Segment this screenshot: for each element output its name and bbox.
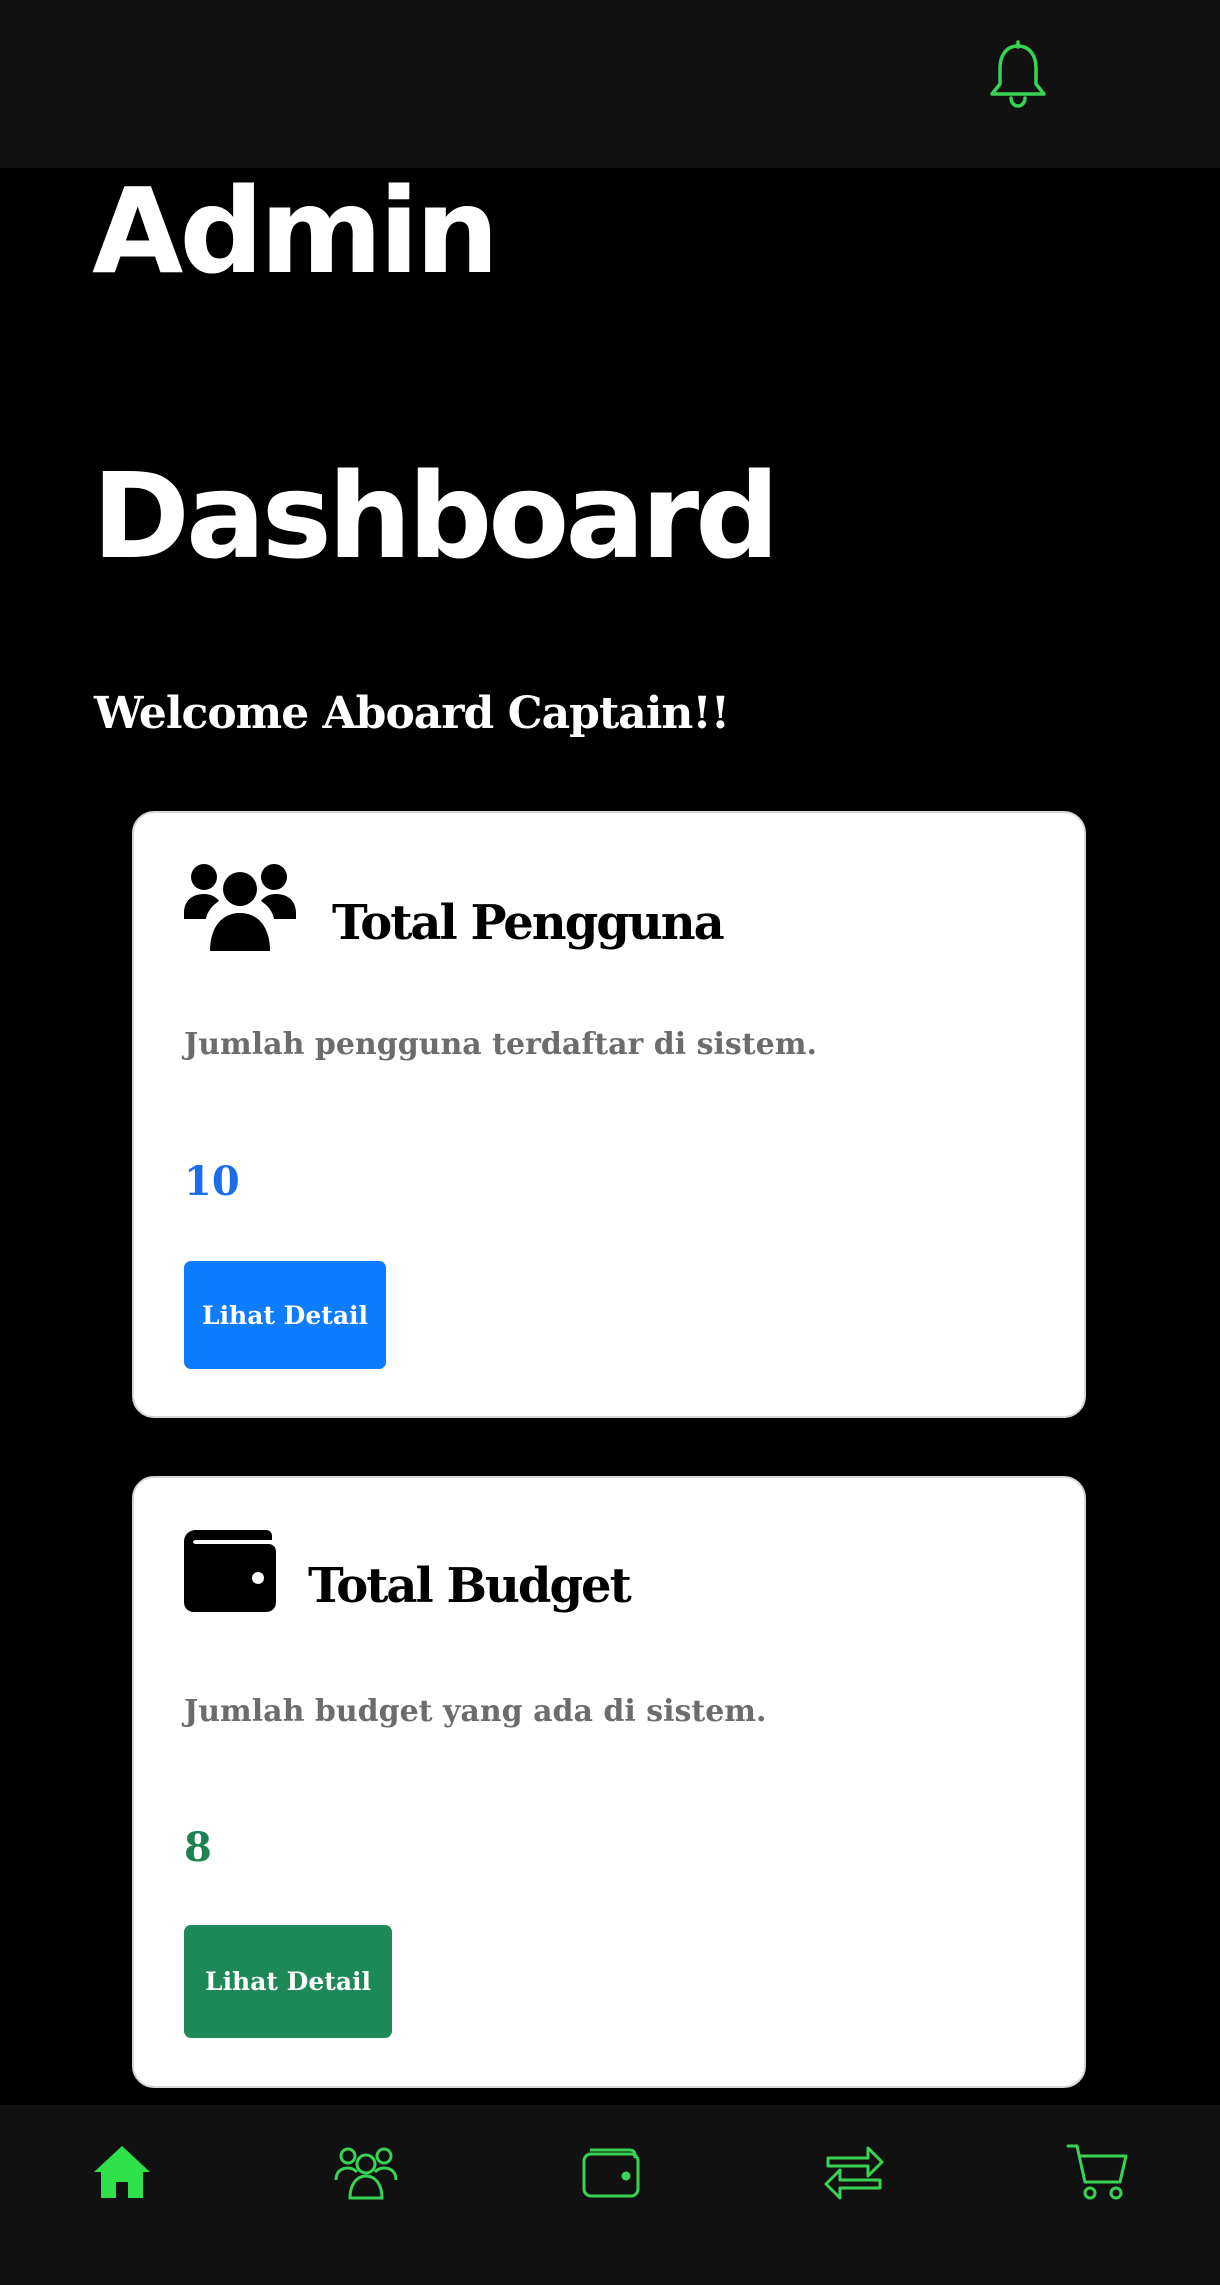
- users-count: 10: [184, 1158, 240, 1205]
- nav-home[interactable]: [88, 2140, 156, 2208]
- budget-detail-button[interactable]: Lihat Detail: [184, 1925, 392, 2038]
- cart-icon: [1066, 2140, 1130, 2208]
- nav-wallet[interactable]: [576, 2140, 644, 2208]
- card-title: Total Pengguna: [332, 895, 725, 951]
- top-bar: [0, 0, 1220, 168]
- users-detail-button[interactable]: Lihat Detail: [184, 1261, 386, 1369]
- total-budget-card: Total Budget Jumlah budget yang ada di s…: [132, 1476, 1086, 2088]
- welcome-message: Welcome Aboard Captain!!: [94, 688, 730, 739]
- card-title: Total Budget: [308, 1558, 632, 1614]
- nav-transfers[interactable]: [820, 2140, 888, 2208]
- page-title-line-2: Dashboard: [92, 447, 780, 585]
- users-icon: [334, 2140, 398, 2208]
- total-users-card: Total Pengguna Jumlah pengguna terdaftar…: [132, 811, 1086, 1418]
- budget-count: 8: [184, 1824, 212, 1871]
- card-description: Jumlah budget yang ada di sistem.: [184, 1694, 767, 1729]
- nav-cart[interactable]: [1064, 2140, 1132, 2208]
- bell-icon[interactable]: [986, 40, 1050, 110]
- card-description: Jumlah pengguna terdaftar di sistem.: [184, 1027, 817, 1062]
- page-title-line-1: Admin: [92, 162, 499, 300]
- home-icon: [90, 2140, 154, 2208]
- users-icon: [184, 863, 296, 953]
- nav-users[interactable]: [332, 2140, 400, 2208]
- transfer-arrows-icon: [822, 2140, 886, 2208]
- wallet-icon: [184, 1530, 276, 1612]
- wallet-icon: [578, 2140, 642, 2208]
